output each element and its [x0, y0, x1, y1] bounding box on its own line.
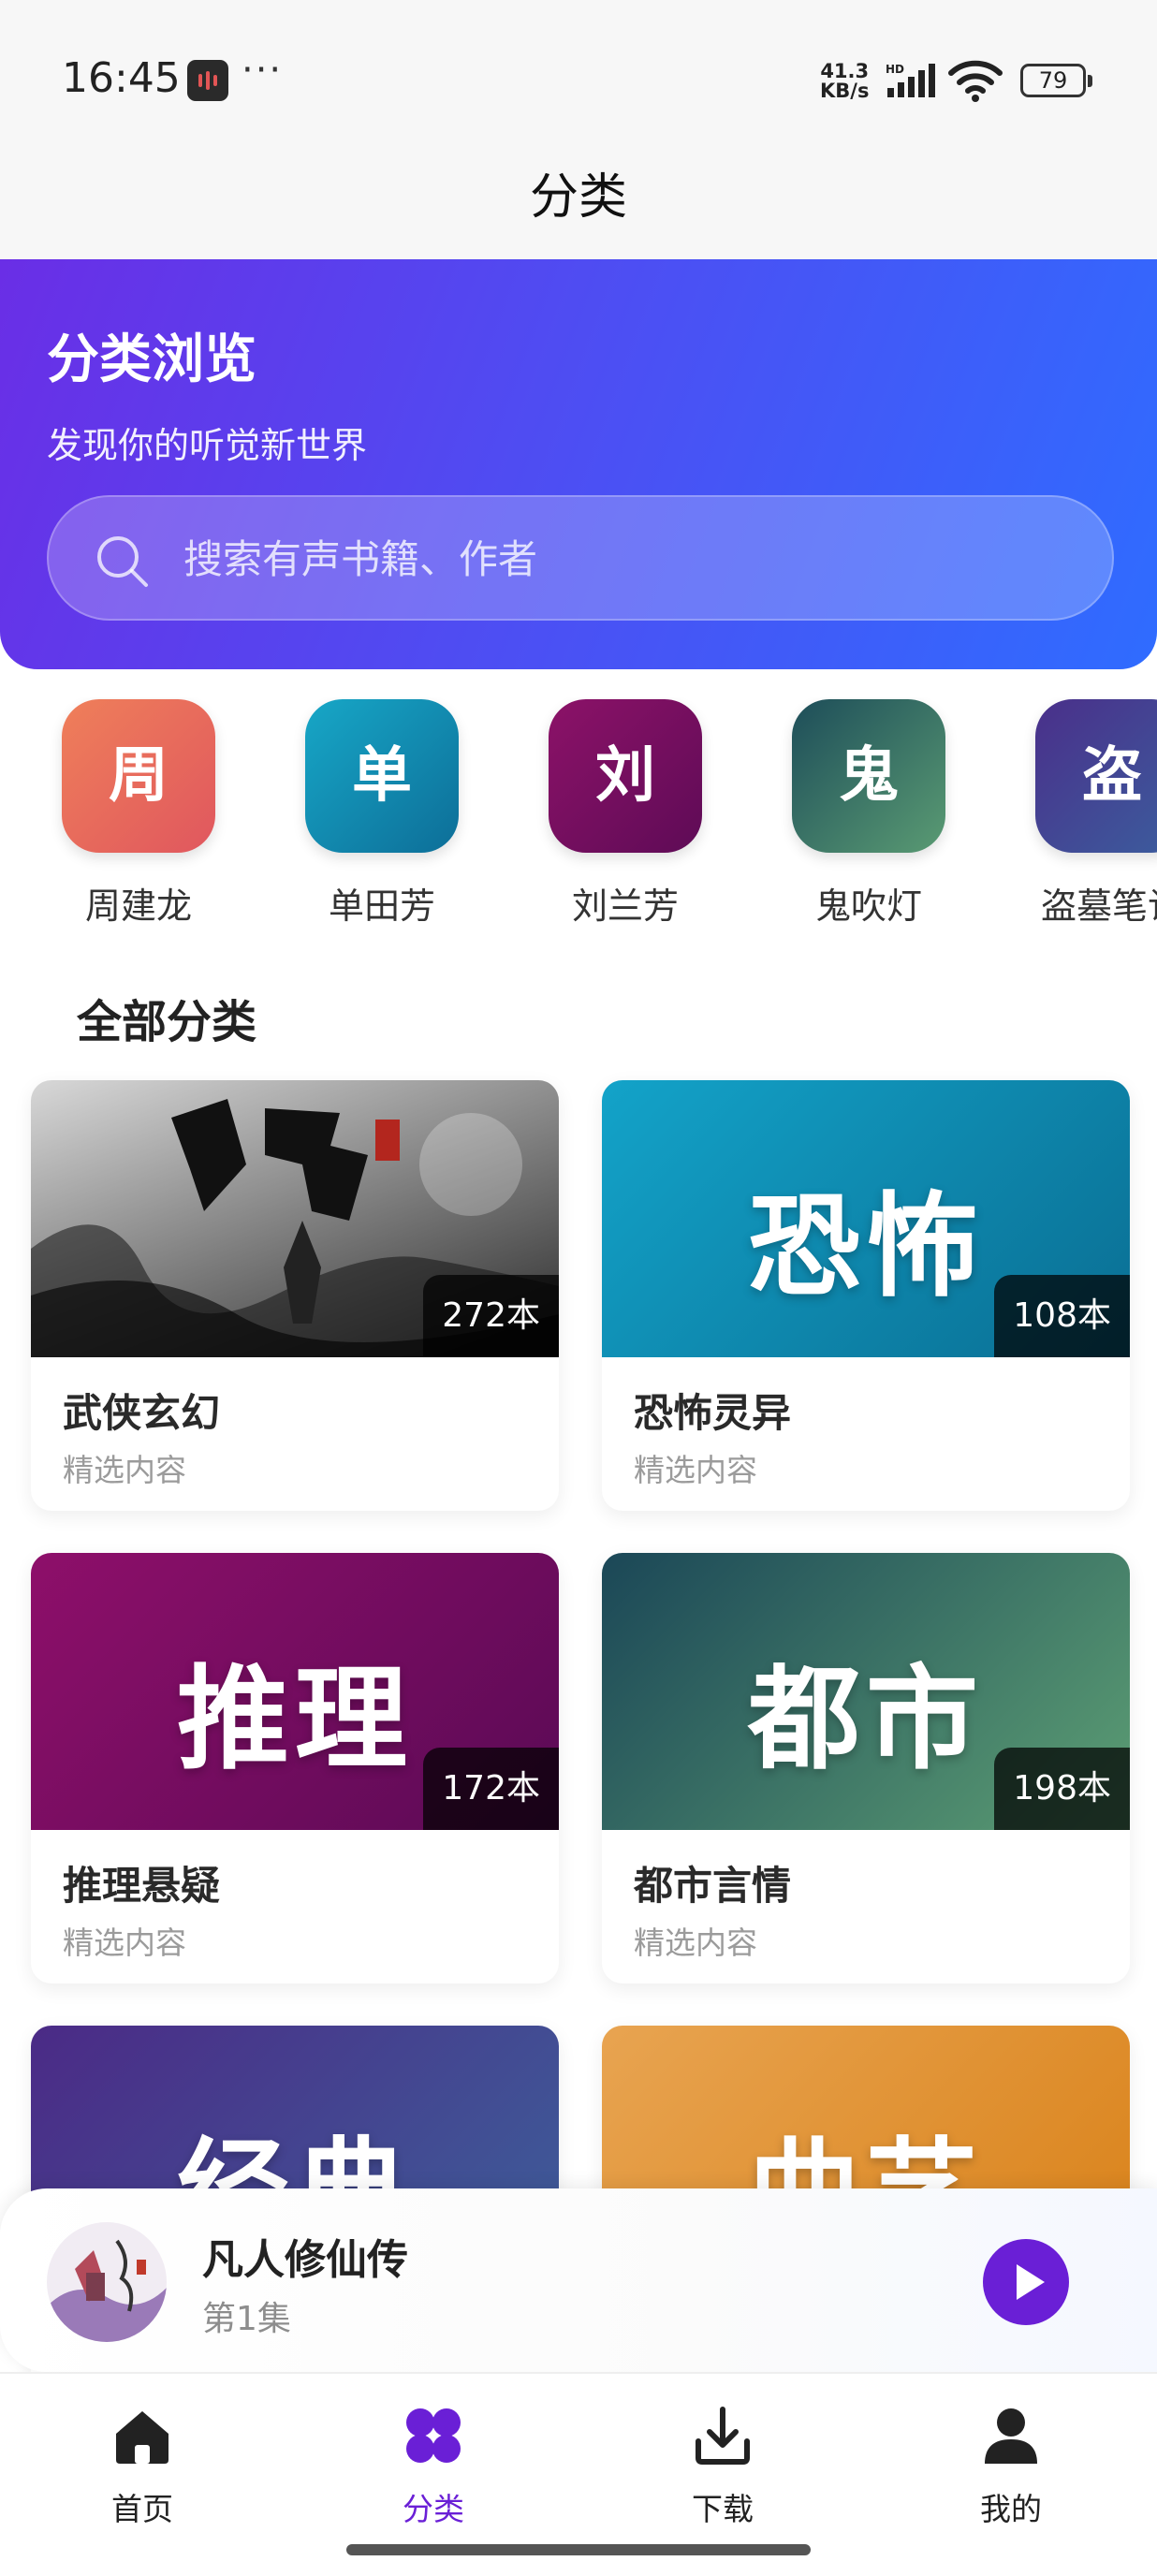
nav-category[interactable]: 分类 — [359, 2393, 508, 2527]
category-card[interactable]: 272本 武侠玄幻 精选内容 — [31, 1080, 559, 1511]
home-indicator[interactable] — [346, 2544, 811, 2555]
section-title: 全部分类 — [77, 996, 257, 1048]
hero-subtitle: 发现你的听觉新世界 — [47, 425, 368, 466]
book-count-badge: 172本 — [423, 1748, 559, 1830]
book-count-badge: 272本 — [423, 1275, 559, 1357]
network-type-label: HD — [886, 63, 904, 76]
nav-label: 分类 — [403, 2491, 464, 2527]
nav-download[interactable]: 下载 — [648, 2393, 798, 2527]
category-name: 武侠玄幻 — [63, 1390, 221, 1436]
search-bar[interactable] — [47, 495, 1114, 621]
network-speed-value: 41.3 — [820, 60, 870, 82]
author-avatar: 刘 — [549, 699, 702, 853]
category-desc: 精选内容 — [63, 1452, 186, 1488]
now-playing-cover — [47, 2222, 167, 2342]
profile-icon — [985, 2408, 1037, 2464]
page-title: 分类 — [529, 169, 627, 226]
category-cover: 都市 198本 — [602, 1553, 1130, 1830]
download-icon — [696, 2407, 750, 2465]
category-name: 恐怖灵异 — [634, 1390, 792, 1436]
network-speed-unit: KB/s — [820, 80, 870, 102]
mini-player[interactable]: 凡人修仙传 第1集 — [0, 2188, 1157, 2372]
search-icon — [97, 536, 148, 587]
nav-label: 首页 — [111, 2491, 173, 2527]
hero-banner: 分类浏览 发现你的听觉新世界 — [0, 259, 1157, 669]
author-item[interactable]: 盗 盗墓笔记 — [1002, 697, 1157, 931]
category-card[interactable]: 都市 198本 都市言情 精选内容 — [602, 1553, 1130, 1983]
category-desc: 精选内容 — [634, 1452, 757, 1488]
network-speed: 41.3 KB/s — [820, 62, 869, 101]
author-avatar: 单 — [305, 699, 459, 853]
recorder-app-icon — [187, 60, 228, 101]
category-desc: 精选内容 — [634, 1925, 757, 1961]
signal-icon: HD — [886, 63, 935, 97]
category-cover: 272本 — [31, 1080, 559, 1357]
home-icon — [116, 2411, 168, 2464]
author-item[interactable]: 单 单田芳 — [271, 697, 459, 931]
category-cover: 推理 172本 — [31, 1553, 559, 1830]
status-time: 16:45 — [62, 54, 181, 102]
author-item[interactable]: 鬼 鬼吹灯 — [758, 697, 945, 931]
author-name: 盗墓笔记 — [1040, 886, 1157, 927]
nav-label: 我的 — [980, 2491, 1042, 2527]
hero-title: 分类浏览 — [47, 329, 256, 390]
author-name: 刘兰芳 — [571, 886, 679, 927]
search-input[interactable] — [182, 525, 1028, 593]
book-count-badge: 108本 — [994, 1275, 1130, 1357]
category-name: 推理悬疑 — [63, 1863, 221, 1909]
author-name: 单田芳 — [328, 886, 435, 927]
book-count-badge: 198本 — [994, 1748, 1130, 1830]
nav-profile[interactable]: 我的 — [936, 2393, 1086, 2527]
author-item[interactable]: 周 周建龙 — [28, 697, 215, 931]
author-name: 鬼吹灯 — [814, 886, 922, 927]
nav-home[interactable]: 首页 — [67, 2393, 217, 2527]
now-playing-episode: 第1集 — [202, 2300, 291, 2338]
more-notifications-icon: ··· — [242, 49, 284, 92]
now-playing-cover-art — [47, 2222, 167, 2342]
category-cover: 恐怖 108本 — [602, 1080, 1130, 1357]
category-grid-icon — [406, 2408, 461, 2463]
category-card[interactable]: 恐怖 108本 恐怖灵异 精选内容 — [602, 1080, 1130, 1511]
author-name: 周建龙 — [84, 886, 192, 927]
author-avatar: 盗 — [1035, 699, 1157, 853]
author-avatar: 鬼 — [792, 699, 945, 853]
wifi-icon — [948, 60, 1003, 102]
author-list: 周 周建龙 单 单田芳 刘 刘兰芳 鬼 鬼吹灯 盗 盗墓笔记 — [0, 697, 1157, 931]
play-button[interactable] — [983, 2239, 1069, 2325]
status-bar: 16:45 ··· 41.3 KB/s HD 79 — [0, 0, 1157, 150]
author-avatar: 周 — [62, 699, 215, 853]
now-playing-title: 凡人修仙传 — [202, 2236, 408, 2284]
author-item[interactable]: 刘 刘兰芳 — [515, 697, 702, 931]
category-name: 都市言情 — [634, 1863, 792, 1909]
category-card[interactable]: 推理 172本 推理悬疑 精选内容 — [31, 1553, 559, 1983]
battery-indicator: 79 — [1020, 64, 1092, 97]
category-desc: 精选内容 — [63, 1925, 186, 1961]
nav-label: 下载 — [692, 2491, 754, 2527]
